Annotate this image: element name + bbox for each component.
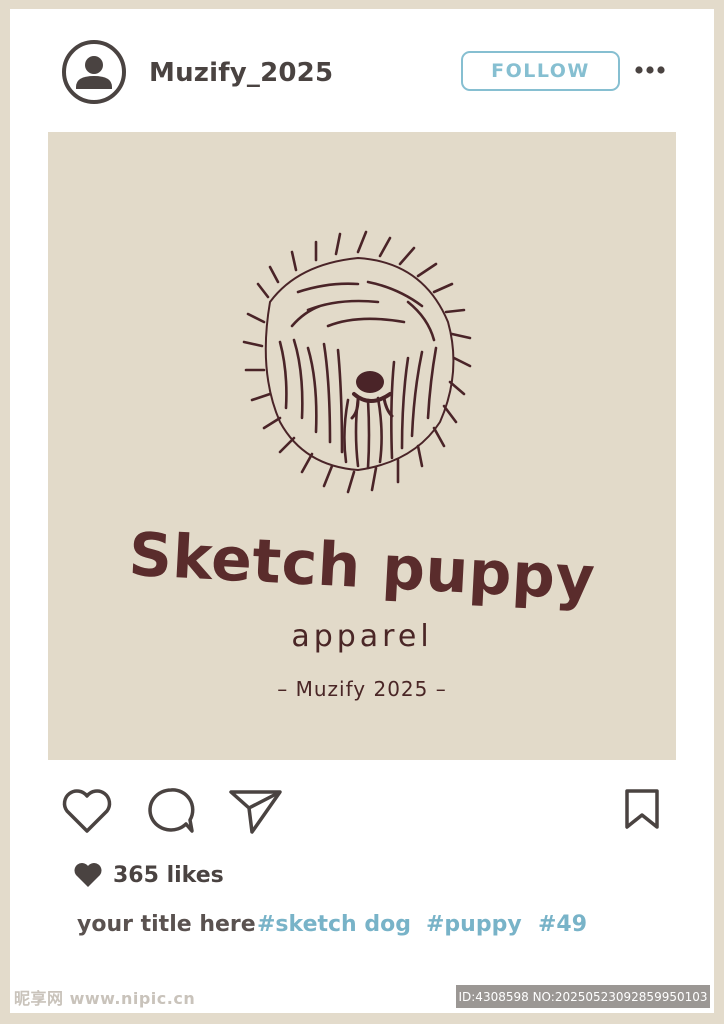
user-avatar-icon[interactable] (62, 40, 126, 104)
follow-button[interactable]: FOLLOW (461, 51, 620, 91)
send-paper-plane-icon[interactable] (228, 786, 284, 836)
dog-sketch-illustration (242, 230, 472, 494)
likes-row[interactable]: 365 likes (73, 862, 224, 888)
watermark-id: ID:4308598 NO:20250523092859950103 (456, 985, 710, 1008)
heart-filled-icon (74, 863, 102, 887)
hashtag-49[interactable]: #49 (538, 912, 587, 937)
brand-subtitle: apparel (291, 619, 433, 654)
heart-outline-icon[interactable] (60, 787, 114, 835)
watermark-site: 昵享网 www.nipic.cn (14, 989, 196, 1008)
bookmark-icon[interactable] (624, 788, 660, 830)
post-card: Muzify_2025 FOLLOW Sketch puppy apparel … (10, 9, 714, 1013)
post-image[interactable]: Sketch puppy apparel – Muzify 2025 – (48, 132, 676, 760)
brand-year: – Muzify 2025 – (277, 677, 447, 701)
hashtag-sketch-dog[interactable]: #sketch dog (257, 912, 411, 937)
likes-count: 365 likes (113, 862, 224, 888)
post-caption-title: your title here (77, 912, 256, 937)
comment-bubble-icon[interactable] (146, 786, 196, 836)
hashtag-puppy[interactable]: #puppy (426, 912, 522, 937)
brand-title: Sketch puppy (127, 519, 597, 615)
more-horizontal-icon[interactable] (633, 61, 669, 79)
username[interactable]: Muzify_2025 (149, 58, 333, 88)
